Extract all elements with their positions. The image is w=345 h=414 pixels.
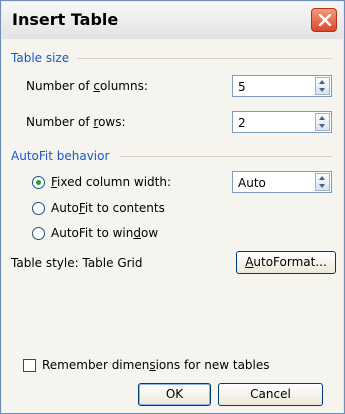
fixed-width-label[interactable]: Fixed column width: <box>51 175 171 189</box>
title-bar[interactable]: Insert Table <box>2 2 343 40</box>
spin-up-icon[interactable] <box>319 80 325 84</box>
table-style-label: Table style: Table Grid <box>11 256 143 270</box>
fixed-width-value[interactable]: Auto <box>238 176 266 190</box>
table-size-group-label: Table size <box>11 51 70 65</box>
rows-spinner[interactable]: 2 <box>232 111 332 133</box>
dialog-body: Table size Number of columns: 5 Number o… <box>2 39 343 413</box>
autofit-divider <box>120 156 332 157</box>
fixed-width-spin-buttons[interactable] <box>315 173 330 191</box>
close-button[interactable] <box>311 8 337 32</box>
dialog-title: Insert Table <box>12 10 119 29</box>
autofit-contents-radio[interactable] <box>32 202 45 215</box>
rows-label: Number of rows: <box>26 115 126 129</box>
rows-spin-buttons[interactable] <box>315 113 330 131</box>
spin-down-icon[interactable] <box>319 88 325 92</box>
remember-dimensions-checkbox[interactable] <box>23 359 36 372</box>
autofit-window-label[interactable]: AutoFit to window <box>51 226 158 240</box>
columns-spinner[interactable]: 5 <box>232 75 332 97</box>
columns-value[interactable]: 5 <box>238 80 246 94</box>
table-size-divider <box>77 58 332 59</box>
ok-button[interactable]: OK <box>138 383 211 406</box>
close-icon <box>318 14 332 26</box>
columns-spin-buttons[interactable] <box>315 77 330 95</box>
cancel-button[interactable]: Cancel <box>218 383 323 406</box>
columns-label: Number of columns: <box>26 79 148 93</box>
insert-table-dialog: Insert Table Table size Number of column… <box>0 0 345 414</box>
spin-down-icon[interactable] <box>319 184 325 188</box>
fixed-width-radio[interactable] <box>32 176 45 189</box>
rows-value[interactable]: 2 <box>238 116 246 130</box>
autoformat-button[interactable]: AutoFormat... <box>236 251 336 274</box>
autofit-group-label: AutoFit behavior <box>11 149 110 163</box>
spin-up-icon[interactable] <box>319 116 325 120</box>
spin-up-icon[interactable] <box>319 176 325 180</box>
remember-dimensions-label[interactable]: Remember dimensions for new tables <box>42 358 270 372</box>
radio-selected-dot <box>36 180 41 185</box>
fixed-width-spinner[interactable]: Auto <box>232 171 332 193</box>
autofit-contents-label[interactable]: AutoFit to contents <box>51 201 165 215</box>
spin-down-icon[interactable] <box>319 124 325 128</box>
autofit-window-radio[interactable] <box>32 227 45 240</box>
